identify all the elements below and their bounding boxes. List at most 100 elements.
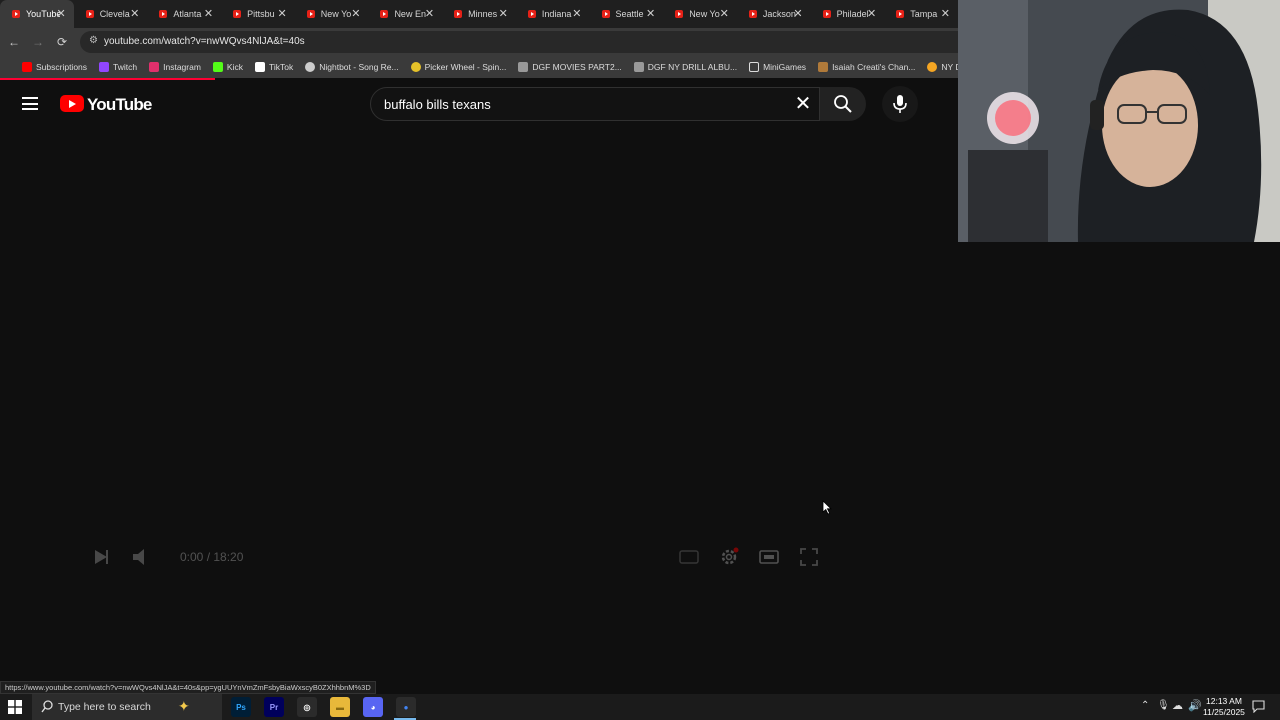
tab-close-icon[interactable]: ✕ [204,7,213,20]
bulb-icon [927,62,938,72]
search-box[interactable] [370,87,820,121]
youtube-favicon-icon [85,10,94,18]
subtitles-icon[interactable] [678,546,700,568]
tab-close-icon[interactable]: ✕ [867,7,876,20]
voice-search-button[interactable] [882,86,918,122]
browser-tab[interactable]: Minnes ✕ [442,0,516,28]
photoshop-taskbar-icon[interactable]: Ps [231,697,251,717]
youtube-favicon-icon [12,10,20,18]
browser-tab[interactable]: New Yo ✕ [663,0,737,28]
nightbot-icon [305,62,316,72]
bookmark-label: DGF MOVIES PART2... [532,62,622,72]
wheel-icon [410,62,421,72]
bookmark-item[interactable]: Twitch [99,62,137,72]
discord-taskbar-icon[interactable]: ◕ [363,697,383,717]
file-explorer-taskbar-icon[interactable]: ▬ [330,697,350,717]
bookmark-item[interactable]: Picker Wheel - Spin... [410,62,506,72]
clock-time[interactable]: 12:13 AM [1206,696,1242,706]
microphone-tray-icon[interactable]: 🎙 [1157,700,1170,711]
browser-tab[interactable]: Seattle ✕ [590,0,664,28]
channel-icon [818,62,829,72]
mouse-cursor-icon [822,500,832,515]
browser-tab[interactable]: Clevela ✕ [74,0,148,28]
bookmark-item[interactable]: Isaiah Creati's Chan... [818,62,915,72]
search-button[interactable] [820,87,866,121]
player-controls: 0:00 / 18:20 [80,540,840,574]
tray-overflow-icon[interactable]: ⌃ [1141,700,1149,711]
browser-tab[interactable]: Atlanta ✕ [147,0,221,28]
premiere-taskbar-icon[interactable]: Pr [264,697,284,717]
bookmark-item[interactable]: DGF MOVIES PART2... [518,62,622,72]
browser-tab[interactable]: New Yo ✕ [295,0,369,28]
bookmark-item[interactable]: MiniGames [749,62,806,72]
browser-tab-strip: YouTube ✕ Clevela ✕ Atlanta ✕ Pittsbu ✕ New Yo ✕ N… [0,0,958,28]
tab-close-icon[interactable]: ✕ [278,7,287,20]
browser-tab[interactable]: New En ✕ [368,0,442,28]
tab-close-icon[interactable]: ✕ [351,7,360,20]
kick-icon [212,62,223,72]
page-icon [633,62,644,72]
empty-right-panel [958,242,1280,685]
tiktok-icon [254,62,265,72]
clear-search-icon[interactable]: ✕ [792,93,814,115]
play-icon[interactable] [90,546,112,568]
theater-mode-icon[interactable] [758,546,780,568]
browser-tab[interactable]: Tampa ✕ [884,0,958,28]
chrome-taskbar-icon[interactable]: ● [396,697,416,717]
youtube-wordmark[interactable]: YouTube [87,95,152,115]
video-player[interactable] [0,128,958,598]
back-button[interactable]: ← [6,34,22,50]
notifications-icon[interactable] [1252,700,1265,713]
hamburger-menu-icon[interactable] [22,97,38,110]
settings-gear-icon[interactable] [718,546,740,568]
tab-close-icon[interactable]: ✕ [130,7,139,20]
browser-tab[interactable]: Philadel ✕ [811,0,885,28]
tab-close-icon[interactable]: ✕ [793,7,802,20]
tab-close-icon[interactable]: ✕ [646,7,655,20]
browser-tab[interactable]: Indiana ✕ [516,0,590,28]
tab-close-icon[interactable]: ✕ [941,7,950,20]
tab-close-icon[interactable]: ✕ [720,7,729,20]
bookmark-label: Nightbot - Song Re... [319,62,399,72]
tab-close-icon[interactable]: ✕ [572,7,581,20]
obs-taskbar-icon[interactable]: ◎ [297,697,317,717]
search-input[interactable] [384,88,784,120]
bookmark-item[interactable]: TikTok [254,62,294,72]
bookmark-item[interactable]: Subscriptions [22,62,87,72]
tab-close-icon[interactable]: ✕ [56,7,65,20]
address-bar[interactable]: ⚙ youtube.com/watch?v=nwWQvs4NlJA&t=40s [80,31,958,53]
tab-label: New En [394,9,426,19]
browser-tab[interactable]: Pittsbu ✕ [221,0,295,28]
bookmark-item[interactable]: Kick [212,62,243,72]
bookmark-label: Instagram [163,62,201,72]
youtube-favicon-icon [601,10,610,18]
youtube-favicon-icon [380,10,389,18]
bookmark-label: Twitch [113,62,138,72]
forward-button[interactable]: → [30,34,46,50]
clock-date[interactable]: 11/25/2025 [1203,707,1245,717]
volume-tray-icon[interactable]: 🔊 [1188,699,1202,712]
browser-tab[interactable]: Jackson ✕ [737,0,811,28]
tab-close-icon[interactable]: ✕ [499,7,508,20]
reload-button[interactable]: ⟳ [54,34,70,50]
tab-close-icon[interactable]: ✕ [425,7,434,20]
bookmark-label: TikTok [268,62,294,72]
bookmark-item[interactable]: NY Drill Deads [927,62,958,72]
youtube-logo-icon[interactable] [60,95,84,112]
address-bar-url: youtube.com/watch?v=nwWQvs4NlJA&t=40s [104,36,305,47]
tab-label: Seattle [615,9,644,19]
site-info-icon[interactable]: ⚙ [89,35,98,46]
browser-tab[interactable]: YouTube ✕ [0,0,74,28]
taskbar-search-box[interactable]: Type here to search ✦ [32,694,222,720]
bookmark-item[interactable]: Instagram [149,62,201,72]
bookmark-item[interactable]: Nightbot - Song Re... [305,62,399,72]
fullscreen-icon[interactable] [798,546,820,568]
volume-icon[interactable] [130,546,152,568]
windows-taskbar: Type here to search ✦ Ps Pr ◎ ▬ ◕ ● ⌃ 🎙 ☁ 🔊 1… [0,694,1280,720]
browser-toolbar: ← → ⟳ ⚙ youtube.com/watch?v=nwWQvs4NlJA&… [0,28,958,56]
bookmark-item[interactable]: DGF NY DRILL ALBU... [633,62,737,72]
onedrive-icon[interactable]: ☁ [1172,699,1183,712]
page-icon [518,62,529,72]
bookmark-label: Isaiah Creati's Chan... [832,62,916,72]
windows-start-icon[interactable] [8,700,22,714]
